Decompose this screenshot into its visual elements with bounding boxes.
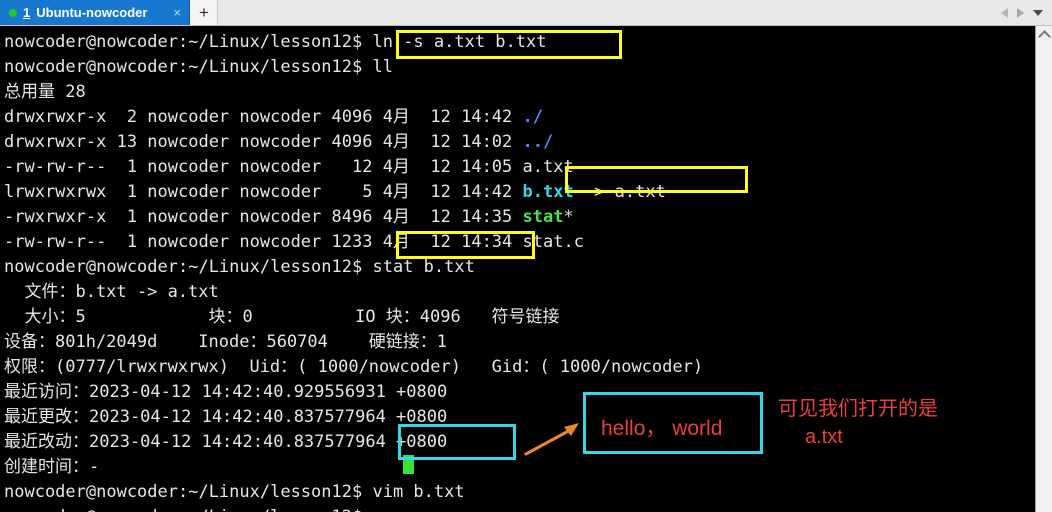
terminal-line-cmd-vim: nowcoder@nowcoder:~/Linux/lesson12$ vim … [4,480,1035,505]
chevron-down-icon[interactable] [1033,9,1043,16]
file-name: ./ [522,107,543,127]
file-meta: -rw-rw-r-- 1 nowcoder nowcoder 1233 4月 1… [4,232,523,252]
scroll-up-arrow-icon[interactable] [1039,29,1050,40]
callout-hello-world-text: hello， world [601,417,723,440]
executable-name: stat [522,207,564,227]
callout-arrow-icon [524,423,579,456]
shell-prompt: nowcoder@nowcoder:~/Linux/lesson12$ [4,257,373,277]
tab-bar-spacer [218,0,1001,25]
command-text: ln -s a.txt b.txt [372,32,547,52]
callout-note-line2: a.txt [805,426,843,448]
symlink-name: b.txt [522,182,574,202]
terminal-line-cmd-ln: nowcoder@nowcoder:~/Linux/lesson12$ ln -… [4,30,1035,55]
terminal-line-stat-device: 设备：801h/2049d Inode：560704 硬链接：1 [4,332,448,352]
terminal-line-stat-size: 大小：5 块：0 IO 块：4096 符号链接 [4,307,560,327]
terminal-line-stat-file: 文件：b.txt -> a.txt [4,282,219,302]
terminal-line-ls-dotdot: drwxrwxr-x 13 nowcoder nowcoder 4096 4月 … [4,130,1035,155]
file-meta: drwxrwxr-x 2 nowcoder nowcoder 4096 4月 1… [4,107,523,127]
terminal-line-prompt-last: nowcoder@nowcoder:~/Linux/lesson12$ [4,505,1035,512]
symlink-target: -> a.txt [573,182,666,202]
callout-note-line1: 可见我们打开的是 [778,398,938,420]
tab-title-label: Ubuntu-nowcoder [36,5,148,20]
terminal-cursor [403,455,414,474]
file-meta: drwxrwxr-x 13 nowcoder nowcoder 4096 4月 … [4,132,523,152]
terminal-line-ls-dot: drwxrwxr-x 2 nowcoder nowcoder 4096 4月 1… [4,105,1035,130]
terminal-line-ls-stat: -rwxrwxr-x 1 nowcoder nowcoder 8496 4月 1… [4,205,1035,230]
file-name: stat.c [522,232,584,252]
close-icon[interactable]: × [163,6,181,19]
terminal-line-stat-perm: 权限：(0777/lrwxrwxrwx) Uid：( 1000/nowcoder… [4,357,704,377]
file-name: ../ [522,132,554,152]
tab-index-label: 1 [23,5,31,20]
tab-status-dot-icon [9,8,17,17]
file-meta: -rw-rw-r-- 1 nowcoder nowcoder 12 4月 12 … [4,157,523,177]
file-meta: -rwxrwxr-x 1 nowcoder nowcoder 8496 4月 1… [4,207,523,227]
executable-suffix: * [563,207,574,227]
command-text: ll [372,57,393,77]
file-meta: lrwxrwxrwx 1 nowcoder nowcoder 5 4月 12 1… [4,182,523,202]
shell-prompt: nowcoder@nowcoder:~/Linux/lesson12$ [4,57,373,77]
shell-prompt: nowcoder@nowcoder:~/Linux/lesson12$ [4,507,372,512]
terminal-line-cmd-stat: nowcoder@nowcoder:~/Linux/lesson12$ stat… [4,255,1035,280]
shell-prompt: nowcoder@nowcoder:~/Linux/lesson12$ [4,482,373,502]
tab-ubuntu-nowcoder[interactable]: 1 Ubuntu-nowcoder × [0,0,190,25]
terminal-window: 1 Ubuntu-nowcoder × + nowcoder@nowcoder:… [0,0,1052,512]
terminal-line-ls-stat-c: -rw-rw-r-- 1 nowcoder nowcoder 1233 4月 1… [4,230,1035,255]
terminal-line-ls-a-txt: -rw-rw-r-- 1 nowcoder nowcoder 12 4月 12 … [4,155,1035,180]
chevron-left-icon[interactable] [1001,7,1008,18]
tab-bar: 1 Ubuntu-nowcoder × + [0,0,1052,26]
terminal-output[interactable]: nowcoder@nowcoder:~/Linux/lesson12$ ln -… [0,26,1035,512]
tab-bar-controls [1001,0,1052,25]
command-text: vim b.txt [372,482,465,502]
command-text: stat b.txt [372,257,475,277]
terminal-line-ls-b-txt: lrwxrwxrwx 1 nowcoder nowcoder 5 4月 12 1… [4,180,1035,205]
vertical-scrollbar[interactable] [1035,26,1052,512]
terminal-line-cmd-ll: nowcoder@nowcoder:~/Linux/lesson12$ ll [4,55,1035,80]
terminal-line-total: 总用量 28 [4,82,86,102]
file-name: a.txt [522,157,574,177]
new-tab-button[interactable]: + [190,0,218,25]
shell-prompt: nowcoder@nowcoder:~/Linux/lesson12$ [4,32,373,52]
chevron-right-icon[interactable] [1017,7,1024,18]
